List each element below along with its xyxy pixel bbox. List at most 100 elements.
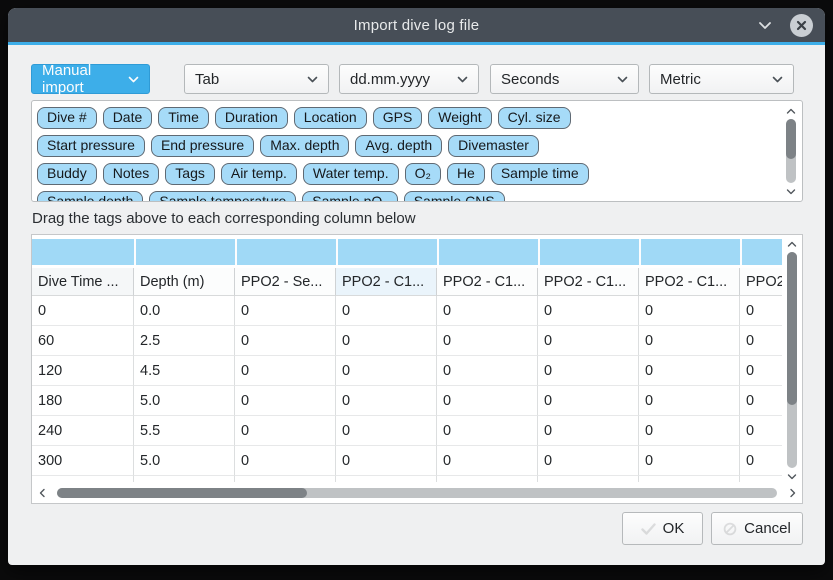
tag-location[interactable]: Location (294, 107, 367, 129)
field-separator-select[interactable]: Tab (184, 64, 329, 94)
table-row: 1204.5000000 (32, 356, 802, 386)
scrollbar-thumb[interactable] (57, 488, 307, 498)
table-cell: 0 (437, 416, 538, 446)
scrollbar-thumb[interactable] (787, 252, 797, 405)
scroll-up-icon[interactable] (786, 239, 798, 249)
tag-sample-time[interactable]: Sample time (491, 163, 589, 185)
column-drop-target[interactable] (437, 239, 538, 265)
table-vertical-scrollbar[interactable] (784, 237, 800, 483)
table-cell (235, 476, 336, 482)
table-cell: 0 (740, 446, 782, 476)
scroll-left-icon[interactable] (33, 486, 51, 500)
chevron-down-icon (617, 76, 628, 83)
table-cell: 0 (235, 446, 336, 476)
column-drop-target[interactable] (235, 239, 336, 265)
scroll-right-icon[interactable] (783, 486, 801, 500)
titlebar[interactable]: Import dive log file (8, 8, 825, 42)
duration-format-select[interactable]: Seconds (490, 64, 639, 94)
date-format-select[interactable]: dd.mm.yyyy (339, 64, 479, 94)
import-preview-table: Dive Time ...Depth (m)PPO2 - Se...PPO2 -… (31, 234, 803, 504)
tag-weight[interactable]: Weight (428, 107, 491, 129)
table-cell: 0 (740, 386, 782, 416)
table-cell: 0 (538, 386, 639, 416)
table-header-row: Dive Time ...Depth (m)PPO2 - Se...PPO2 -… (32, 268, 802, 296)
tag-duration[interactable]: Duration (215, 107, 288, 129)
chevron-down-icon (128, 76, 139, 83)
table-cell: 0 (740, 356, 782, 386)
table-cell (32, 476, 134, 482)
table-cell: 0 (639, 386, 740, 416)
scroll-down-icon[interactable] (785, 186, 797, 196)
table-cell: 5.0 (134, 386, 235, 416)
tag-avg-depth[interactable]: Avg. depth (355, 135, 442, 157)
tag-he[interactable]: He (447, 163, 485, 185)
tag-sample-depth[interactable]: Sample depth (37, 191, 143, 202)
table-cell: 0 (538, 416, 639, 446)
dialog-content: Manual import Tab dd.mm.yyyy Seconds Met… (8, 45, 825, 545)
table-cell: 60 (32, 326, 134, 356)
column-drop-target[interactable] (538, 239, 639, 265)
tag-gps[interactable]: GPS (373, 107, 423, 129)
table-cell (336, 476, 437, 482)
tag-row: Sample depth Sample temperature Sample pO₂… (37, 191, 772, 202)
tag-sample-cns[interactable]: Sample CNS (404, 191, 505, 202)
table-cell (639, 476, 740, 482)
tag-start-pressure[interactable]: Start pressure (37, 135, 145, 157)
tag-sample-temperature[interactable]: Sample temperature (149, 191, 296, 202)
column-drop-target[interactable] (740, 239, 782, 265)
tag-notes[interactable]: Notes (103, 163, 160, 185)
tag-buddy[interactable]: Buddy (37, 163, 97, 185)
tag-water-temp[interactable]: Water temp. (303, 163, 399, 185)
table-cell: 2.5 (134, 326, 235, 356)
tag-row: Start pressure End pressure Max. depth Avg.… (37, 135, 772, 157)
scroll-down-icon[interactable] (786, 471, 798, 481)
tag-sample-po[interactable]: Sample pO₂ (302, 191, 397, 202)
table-header-cell: PPO2 (740, 268, 782, 296)
import-mode-select[interactable]: Manual import (31, 64, 150, 94)
table-cell (134, 476, 235, 482)
table-cell: 0 (235, 386, 336, 416)
tag-o[interactable]: O₂ (405, 163, 441, 185)
tag-cyl-size[interactable]: Cyl. size (498, 107, 571, 129)
units-select[interactable]: Metric (649, 64, 794, 94)
shade-chevron-down-icon[interactable] (758, 18, 772, 32)
column-drop-target[interactable] (336, 239, 437, 265)
table-row-clipped (32, 476, 802, 482)
tag-date[interactable]: Date (103, 107, 153, 129)
tag-dive[interactable]: Dive # (37, 107, 97, 129)
table-row: 2405.5000000 (32, 416, 802, 446)
tag-tags[interactable]: Tags (165, 163, 215, 185)
table-cell: 0 (336, 416, 437, 446)
table-cell: 0 (538, 296, 639, 326)
ok-button[interactable]: OK (622, 512, 703, 545)
tag-row: Buddy NotesTags Air temp. Water temp. O₂ He Sa… (37, 163, 772, 185)
close-icon[interactable] (790, 14, 813, 37)
table-cell: 0 (639, 326, 740, 356)
scroll-up-icon[interactable] (785, 106, 797, 116)
tag-max-depth[interactable]: Max. depth (260, 135, 349, 157)
table-cell: 0 (336, 386, 437, 416)
table-cell: 0 (336, 326, 437, 356)
table-cell: 0 (336, 446, 437, 476)
tag-time[interactable]: Time (158, 107, 209, 129)
scrollbar-thumb[interactable] (786, 119, 796, 159)
table-cell: 0 (336, 356, 437, 386)
tag-air-temp[interactable]: Air temp. (221, 163, 297, 185)
column-drop-target[interactable] (32, 239, 134, 265)
table-cell: 0 (235, 296, 336, 326)
table-horizontal-scrollbar[interactable] (33, 484, 801, 502)
scrollbar-track[interactable] (787, 252, 797, 468)
chevron-down-icon (457, 76, 468, 83)
column-drop-target[interactable] (639, 239, 740, 265)
scrollbar-track[interactable] (786, 119, 796, 183)
table-header-cell: Dive Time ... (32, 268, 134, 296)
table-cell: 0 (437, 356, 538, 386)
tag-end-pressure[interactable]: End pressure (151, 135, 254, 157)
tag-pool-scrollbar[interactable] (783, 104, 799, 198)
window-title: Import dive log file (354, 17, 480, 34)
table-cell: 0 (639, 416, 740, 446)
chevron-down-icon (772, 76, 783, 83)
column-drop-target[interactable] (134, 239, 235, 265)
tag-divemaster[interactable]: Divemaster (448, 135, 539, 157)
cancel-button[interactable]: Cancel (711, 512, 803, 545)
